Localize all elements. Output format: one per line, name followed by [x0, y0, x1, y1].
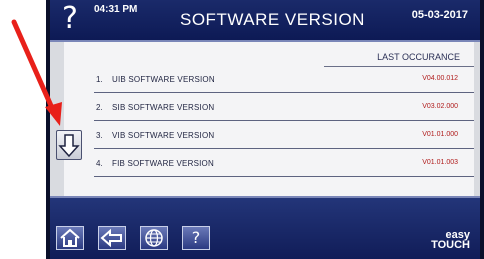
- column-header-last-occurance: LAST OCCURANCE: [377, 52, 460, 62]
- language-button[interactable]: [140, 226, 168, 250]
- table-row: 2. SIB SOFTWARE VERSION V03.02.000: [94, 94, 474, 121]
- home-icon: [60, 228, 80, 247]
- row-label: UIB SOFTWARE VERSION: [112, 75, 215, 84]
- brand-logo: easy TOUCH: [431, 230, 470, 251]
- software-version-table: LAST OCCURANCE 1. UIB SOFTWARE VERSION V…: [64, 42, 474, 196]
- device-screen: ? 04:31 PM SOFTWARE VERSION 05-03-2017 L…: [50, 0, 480, 259]
- table-row: 4. FIB SOFTWARE VERSION V01.01.003: [94, 150, 474, 177]
- row-label: SIB SOFTWARE VERSION: [112, 103, 215, 112]
- row-value: V03.02.000: [422, 103, 458, 110]
- header-bar: ? 04:31 PM SOFTWARE VERSION 05-03-2017: [50, 0, 480, 42]
- table-row: 3. VIB SOFTWARE VERSION V01.01.000: [94, 122, 474, 149]
- globe-icon: [145, 229, 163, 247]
- row-label: VIB SOFTWARE VERSION: [112, 131, 215, 140]
- row-value: V04.00.012: [422, 75, 458, 82]
- row-value: V01.01.003: [422, 159, 458, 166]
- row-value: V01.01.000: [422, 131, 458, 138]
- back-arrow-icon: [100, 228, 122, 248]
- footer-bar: ? easy TOUCH: [50, 196, 480, 259]
- home-button[interactable]: [56, 226, 84, 250]
- row-label: FIB SOFTWARE VERSION: [112, 159, 214, 168]
- help-button[interactable]: ?: [182, 226, 210, 250]
- row-number: 4.: [96, 159, 103, 168]
- brand-line-2: TOUCH: [431, 239, 470, 251]
- table-row: 1. UIB SOFTWARE VERSION V04.00.012: [94, 66, 474, 93]
- page-title: SOFTWARE VERSION: [180, 10, 365, 29]
- back-button[interactable]: [98, 226, 126, 250]
- current-date: 05-03-2017: [411, 9, 468, 21]
- red-annotation-arrow: [11, 19, 62, 126]
